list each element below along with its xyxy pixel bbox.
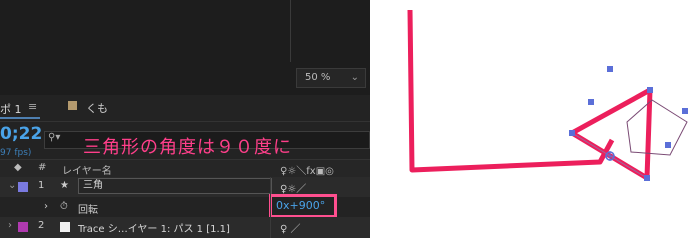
layer-row[interactable]: › 2 Trace シ…イヤー 1: パス 1 [1.1] ♀ ／ <box>0 217 370 238</box>
zoom-label: 50 % <box>305 72 331 83</box>
layer-color-swatch[interactable] <box>18 222 28 232</box>
solid-layer-icon <box>60 222 70 232</box>
tab-color-swatch <box>68 101 77 110</box>
trace-path-line <box>407 9 615 173</box>
after-effects-panel: 50 % ⌄ ポ 1 ≡ くも 0;22 97 fps) ⚲▾ 三角形の角度は９… <box>0 0 370 238</box>
twirl-closed-icon[interactable]: › <box>8 220 12 231</box>
chevron-down-icon: ⌄ <box>350 72 359 83</box>
shape-preview-canvas <box>370 0 700 238</box>
layer-number: 2 <box>38 220 45 231</box>
search-icon: ⚲▾ <box>48 132 61 143</box>
layer-number: 1 <box>38 180 45 191</box>
column-layer-name[interactable]: レイヤー名 <box>62 162 112 177</box>
fps-label: 97 fps) <box>0 148 32 158</box>
column-separator <box>270 177 271 238</box>
annotation-text: 三角形の角度は９０度に <box>83 137 292 158</box>
layer-color-swatch[interactable] <box>18 182 28 192</box>
column-hash: # <box>38 162 47 173</box>
property-name: 回転 <box>78 205 98 216</box>
vertex-handle[interactable] <box>647 87 653 93</box>
column-switches: ♀☼＼fx▣◎ <box>280 166 334 177</box>
tab-kumo[interactable]: くも <box>86 100 108 116</box>
transform-handle[interactable] <box>665 142 671 148</box>
stopwatch-icon[interactable]: ⏱ <box>60 201 68 212</box>
transform-handle[interactable] <box>607 66 613 72</box>
panel-menu-icon[interactable]: ≡ <box>28 100 37 113</box>
rotation-value-field[interactable]: 0x+900° <box>269 194 337 218</box>
layer-name[interactable]: Trace シ…イヤー 1: パス 1 [1.1] <box>78 220 230 235</box>
layer-switches[interactable]: ♀ ／ <box>280 220 301 235</box>
viewer-divider <box>290 0 291 62</box>
current-time-display[interactable]: 0;22 <box>0 124 42 144</box>
timeline-tab-bar: ポ 1 ≡ <box>0 95 370 122</box>
layer-name: 三角 <box>83 180 103 191</box>
zoom-dropdown[interactable]: 50 % ⌄ <box>296 68 366 88</box>
layer-switches[interactable]: ♀☼／ <box>280 180 306 195</box>
vertex-handle[interactable] <box>569 130 575 136</box>
bounding-box-outline <box>626 99 688 156</box>
transform-handle[interactable] <box>588 99 594 105</box>
transform-handle[interactable] <box>682 108 688 114</box>
shape-layer-icon: ★ <box>60 180 69 191</box>
twirl-open-icon[interactable]: ⌄ <box>8 180 16 191</box>
rotation-value: 0x+900° <box>276 199 326 212</box>
layer-name-field[interactable]: 三角 <box>78 178 272 194</box>
label-tag-icon: ◆ <box>14 162 22 173</box>
vertex-handle[interactable] <box>644 175 650 181</box>
composition-viewer: 50 % ⌄ <box>0 0 370 95</box>
layer-column-header: ◆ # レイヤー名 ♀☼＼fx▣◎ <box>0 159 370 179</box>
shape-preview-svg <box>407 9 688 181</box>
property-twirl-icon[interactable]: › <box>44 201 48 212</box>
tab-composition[interactable]: ポ 1 <box>0 101 22 117</box>
active-tab-indicator <box>0 117 40 119</box>
